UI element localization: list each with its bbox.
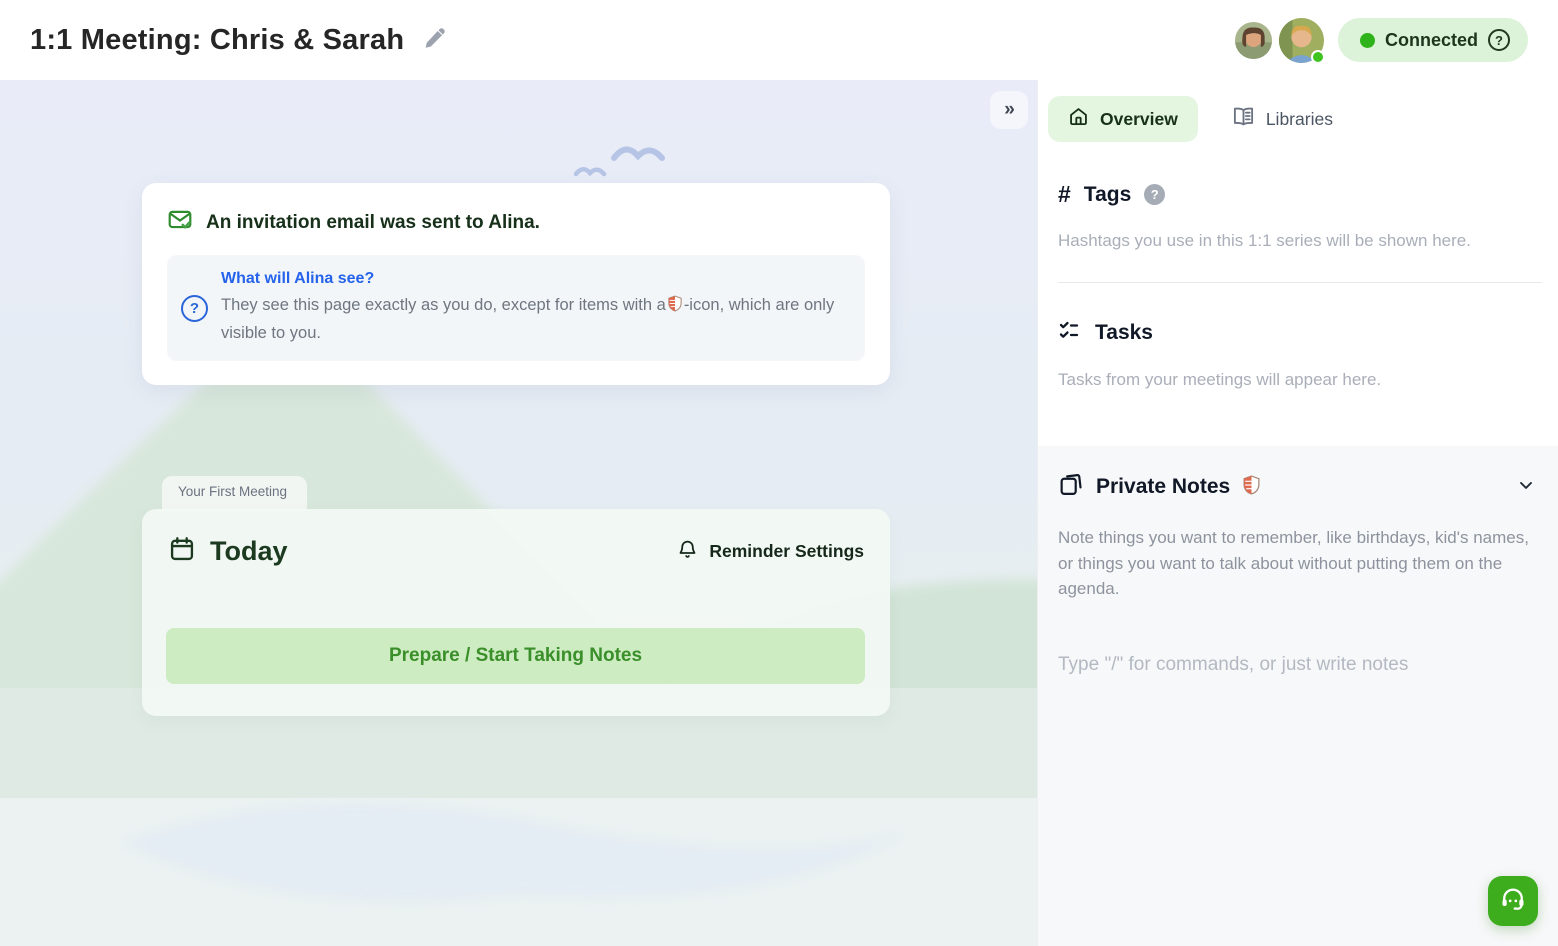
home-icon (1068, 106, 1089, 132)
email-sent-icon (167, 207, 193, 238)
tags-section: # Tags ? Hashtags you use in this 1:1 se… (1038, 143, 1558, 251)
checklist-icon (1058, 318, 1082, 347)
invitation-info-box: ? What will Alina see? They see this pag… (167, 255, 865, 361)
tags-help-icon[interactable]: ? (1144, 184, 1165, 205)
participant-avatars (1235, 18, 1324, 63)
reminder-settings-button[interactable]: Reminder Settings (677, 539, 864, 565)
prepare-start-notes-button[interactable]: Prepare / Start Taking Notes (166, 628, 865, 684)
private-notes-section: Private Notes Note things you want to re… (1038, 446, 1558, 946)
meeting-date-label: Today (210, 536, 288, 567)
today-meeting-card: Today Reminder Settings Prepare / Start … (142, 509, 890, 716)
first-meeting-tab[interactable]: Your First Meeting (162, 476, 307, 511)
invitation-info-body: They see this page exactly as you do, ex… (221, 293, 839, 346)
collapse-notes-button[interactable] (1516, 475, 1536, 500)
main-layout: » An invitation email was sent to Alina.… (0, 80, 1558, 946)
app-header: 1:1 Meeting: Chris & Sarah (0, 0, 1558, 80)
sidebar-tabs: Overview Libraries (1038, 80, 1558, 143)
connection-help-icon[interactable]: ? (1488, 29, 1510, 51)
invitation-card: An invitation email was sent to Alina. ?… (142, 183, 890, 385)
book-icon (1232, 105, 1255, 133)
avatar-participant-1[interactable] (1235, 22, 1272, 59)
headset-icon (1499, 885, 1527, 918)
chevron-down-icon (1516, 475, 1536, 500)
private-shield-icon (1243, 475, 1260, 500)
page-title: 1:1 Meeting: Chris & Sarah (30, 24, 404, 57)
meeting-canvas: » An invitation email was sent to Alina.… (0, 80, 1037, 946)
tab-overview-label: Overview (1100, 109, 1178, 130)
pencil-icon (422, 25, 448, 56)
header-right: Connected ? (1235, 18, 1528, 63)
calendar-icon (168, 535, 196, 568)
status-dot-icon (1360, 33, 1375, 48)
connection-status-badge[interactable]: Connected ? (1338, 18, 1528, 62)
what-will-alina-see-link[interactable]: What will Alina see? (221, 270, 839, 288)
tasks-title: Tasks (1095, 321, 1153, 345)
invitation-title: An invitation email was sent to Alina. (206, 212, 540, 234)
hashtag-icon: # (1058, 181, 1071, 208)
tags-title: Tags (1084, 183, 1131, 207)
notes-copy-icon (1058, 472, 1083, 502)
tab-libraries[interactable]: Libraries (1212, 95, 1353, 143)
tags-empty-text: Hashtags you use in this 1:1 series will… (1058, 231, 1542, 251)
question-circle-icon: ? (181, 295, 208, 322)
connection-status-label: Connected (1385, 30, 1478, 51)
presence-dot (1311, 50, 1325, 64)
tasks-section: Tasks Tasks from your meetings will appe… (1038, 283, 1558, 390)
reminder-settings-label: Reminder Settings (709, 541, 864, 562)
collapse-sidebar-button[interactable]: » (990, 91, 1028, 129)
private-notes-editor[interactable]: Type "/" for commands, or just write not… (1058, 654, 1536, 774)
bell-icon (677, 539, 698, 565)
tasks-empty-text: Tasks from your meetings will appear her… (1058, 370, 1542, 390)
tab-libraries-label: Libraries (1266, 109, 1333, 130)
support-button[interactable] (1488, 876, 1538, 926)
tab-overview[interactable]: Overview (1048, 96, 1198, 142)
private-notes-description: Note things you want to remember, like b… (1058, 525, 1536, 602)
private-shield-icon (668, 295, 682, 321)
edit-title-button[interactable] (422, 25, 448, 56)
avatar-participant-2[interactable] (1279, 18, 1324, 63)
private-notes-title: Private Notes (1096, 475, 1230, 499)
sidebar: Overview Libraries # Tags (1037, 80, 1558, 946)
